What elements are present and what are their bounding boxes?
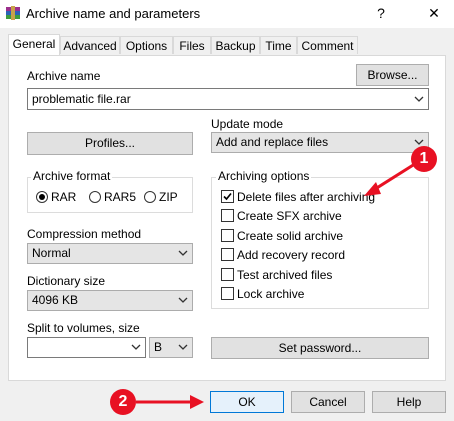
split-unit-value: B xyxy=(154,340,163,354)
radio-rar-label[interactable]: RAR xyxy=(51,190,76,204)
lock-archive-label[interactable]: Lock archive xyxy=(237,287,304,301)
test-archived-checkbox[interactable] xyxy=(221,268,234,281)
browse-button[interactable]: Browse... xyxy=(356,64,429,86)
tab-comment[interactable]: Comment xyxy=(297,36,358,54)
tab-time[interactable]: Time xyxy=(260,36,297,54)
chevron-down-icon xyxy=(178,297,188,303)
radio-rar5-label[interactable]: RAR5 xyxy=(104,190,136,204)
create-sfx-checkbox[interactable] xyxy=(221,209,234,222)
dictionary-size-value: 4096 KB xyxy=(32,293,79,307)
archive-name-value: problematic file.rar xyxy=(32,92,131,106)
chevron-down-icon xyxy=(178,344,188,350)
radio-rar[interactable] xyxy=(36,191,48,203)
update-mode-value: Add and replace files xyxy=(216,135,329,149)
recovery-record-label[interactable]: Add recovery record xyxy=(237,248,345,262)
close-window-button[interactable]: ✕ xyxy=(420,2,448,24)
dictionary-size-label: Dictionary size xyxy=(27,274,106,288)
lock-archive-checkbox[interactable] xyxy=(221,287,234,300)
compression-method-select[interactable]: Normal xyxy=(27,243,193,264)
compression-method-value: Normal xyxy=(32,246,71,260)
archiving-options-label: Archiving options xyxy=(216,169,312,183)
cancel-button[interactable]: Cancel xyxy=(291,391,365,413)
chevron-down-icon[interactable] xyxy=(413,89,425,109)
split-unit-select[interactable]: B xyxy=(149,337,193,358)
create-solid-label[interactable]: Create solid archive xyxy=(237,229,343,243)
create-solid-checkbox[interactable] xyxy=(221,229,234,242)
winrar-app-icon xyxy=(6,6,20,20)
annotation-badge-2: 2 xyxy=(110,389,136,415)
delete-files-checkbox[interactable] xyxy=(221,190,234,203)
tab-files[interactable]: Files xyxy=(173,36,211,54)
archive-name-input[interactable]: problematic file.rar xyxy=(27,88,429,110)
radio-zip[interactable] xyxy=(144,191,156,203)
recovery-record-checkbox[interactable] xyxy=(221,248,234,261)
split-volumes-input[interactable] xyxy=(27,337,146,358)
help-title-button[interactable]: ? xyxy=(367,2,395,24)
create-sfx-label[interactable]: Create SFX archive xyxy=(237,209,342,223)
profiles-button[interactable]: Profiles... xyxy=(27,132,193,155)
archive-format-label: Archive format xyxy=(31,169,113,183)
help-button[interactable]: Help xyxy=(372,391,446,413)
dictionary-size-select[interactable]: 4096 KB xyxy=(27,290,193,311)
split-volumes-label: Split to volumes, size xyxy=(27,321,140,335)
update-mode-label: Update mode xyxy=(211,117,284,131)
radio-zip-label[interactable]: ZIP xyxy=(159,190,178,204)
tab-advanced[interactable]: Advanced xyxy=(60,36,120,54)
set-password-button[interactable]: Set password... xyxy=(211,337,429,359)
tab-backup[interactable]: Backup xyxy=(211,36,260,54)
annotation-badge-1: 1 xyxy=(411,146,437,172)
chevron-down-icon[interactable] xyxy=(130,338,142,357)
chevron-down-icon xyxy=(178,250,188,256)
test-archived-label[interactable]: Test archived files xyxy=(237,268,332,282)
window-title: Archive name and parameters xyxy=(26,6,201,21)
tab-general[interactable]: General xyxy=(8,34,60,55)
update-mode-select[interactable]: Add and replace files xyxy=(211,132,429,153)
compression-method-label: Compression method xyxy=(27,227,142,241)
archive-name-label: Archive name xyxy=(27,69,101,83)
tab-strip: General Advanced Options Files Backup Ti… xyxy=(8,34,446,55)
tab-options[interactable]: Options xyxy=(120,36,173,54)
check-icon xyxy=(223,192,232,201)
radio-rar5[interactable] xyxy=(89,191,101,203)
ok-button[interactable]: OK xyxy=(210,391,284,413)
delete-files-label[interactable]: Delete files after archiving xyxy=(237,190,375,204)
